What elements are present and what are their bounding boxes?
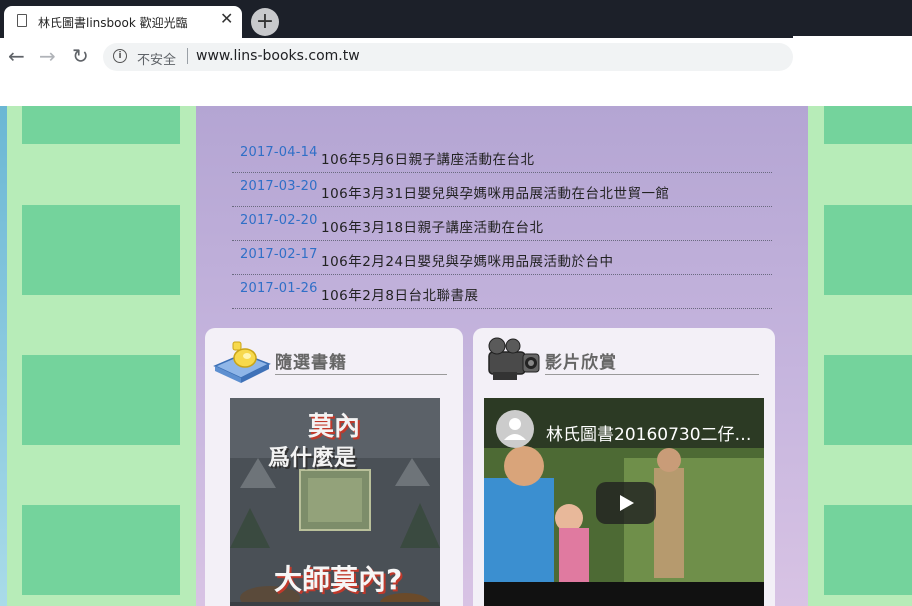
video-title[interactable]: 林氏圖書20160730二仔… bbox=[546, 420, 752, 445]
video-camera-icon bbox=[488, 337, 540, 380]
divider bbox=[187, 48, 188, 64]
news-date: 2017-04-14 bbox=[240, 145, 318, 160]
decor-block bbox=[22, 355, 180, 445]
user-icon bbox=[504, 418, 526, 440]
browser-tab[interactable]: 林氏圖書linsbook 歡迎光臨 ✕ bbox=[4, 6, 242, 38]
news-link[interactable]: 106年5月6日親子講座活動在台北 bbox=[321, 148, 534, 168]
back-icon[interactable]: ← bbox=[8, 46, 25, 66]
title-underline bbox=[545, 374, 759, 375]
video-player[interactable]: 林氏圖書20160730二仔… bbox=[484, 398, 764, 606]
news-item[interactable]: 2017-04-14 106年5月6日親子講座活動在台北 bbox=[232, 140, 772, 173]
decor-block bbox=[22, 106, 180, 144]
book-cover-image[interactable]: 莫內 爲什麼是 大師莫內? bbox=[230, 398, 440, 606]
browser-toolbar: ← → ↻ i 不安全 www.lins-books.com.tw ☆ bbox=[0, 38, 912, 76]
play-icon bbox=[620, 495, 634, 511]
news-link[interactable]: 106年2月24日嬰兒與孕媽咪用品展活動於台中 bbox=[321, 250, 614, 270]
panel-title: 影片欣賞 bbox=[545, 353, 617, 373]
title-underline bbox=[275, 374, 447, 375]
decor-block bbox=[22, 505, 180, 595]
url-text[interactable]: www.lins-books.com.tw bbox=[196, 48, 360, 64]
news-link[interactable]: 106年3月18日親子講座活動在台北 bbox=[321, 216, 544, 236]
news-item[interactable]: 2017-03-20 106年3月31日嬰兒與孕媽咪用品展活動在台北世貿一館 bbox=[232, 174, 772, 207]
decor-block bbox=[824, 106, 912, 144]
books-panel: 隨選書籍 莫內 爲什麼是 大師莫內? bbox=[205, 328, 463, 606]
decor-block bbox=[824, 505, 912, 595]
toolbar-gap bbox=[0, 76, 912, 106]
cover-title-bottom: 大師莫內? bbox=[274, 563, 403, 596]
news-date: 2017-03-20 bbox=[240, 179, 318, 194]
news-date: 2017-01-26 bbox=[240, 281, 318, 296]
video-panel: 影片欣賞 林氏圖書20160730二仔… bbox=[473, 328, 775, 606]
reload-icon[interactable]: ↻ bbox=[72, 46, 89, 66]
content-column: 2017-04-14 106年5月6日親子講座活動在台北 2017-03-20 … bbox=[196, 106, 808, 606]
news-item[interactable]: 2017-02-17 106年2月24日嬰兒與孕媽咪用品展活動於台中 bbox=[232, 242, 772, 275]
news-item[interactable]: 2017-01-26 106年2月8日台北聯書展 bbox=[232, 276, 772, 309]
address-bar[interactable]: i 不安全 www.lins-books.com.tw ☆ bbox=[103, 43, 893, 71]
decor-block bbox=[22, 205, 180, 295]
security-label[interactable]: 不安全 bbox=[137, 49, 176, 68]
news-link[interactable]: 106年2月8日台北聯書展 bbox=[321, 284, 478, 304]
decor-block bbox=[824, 355, 912, 445]
document-icon bbox=[17, 14, 27, 27]
cover-title-mid: 爲什麼是 bbox=[268, 446, 357, 471]
info-icon[interactable]: i bbox=[113, 49, 127, 63]
panel-title: 隨選書籍 bbox=[275, 353, 347, 373]
news-link[interactable]: 106年3月31日嬰兒與孕媽咪用品展活動在台北世貿一館 bbox=[321, 182, 670, 202]
close-icon[interactable]: ✕ bbox=[220, 11, 233, 27]
decor-block bbox=[824, 205, 912, 295]
new-tab-button[interactable]: + bbox=[251, 8, 279, 36]
tab-strip: 林氏圖書linsbook 歡迎光臨 ✕ + bbox=[0, 0, 912, 38]
news-item[interactable]: 2017-02-20 106年3月18日親子講座活動在台北 bbox=[232, 208, 772, 241]
left-edge-strip bbox=[0, 106, 7, 606]
news-date: 2017-02-17 bbox=[240, 247, 318, 262]
channel-avatar[interactable] bbox=[496, 410, 534, 448]
web-page: 2017-04-14 106年5月6日親子講座活動在台北 2017-03-20 … bbox=[0, 106, 912, 606]
book-icon bbox=[213, 341, 271, 383]
play-button[interactable] bbox=[596, 482, 656, 524]
news-list: 2017-04-14 106年5月6日親子講座活動在台北 2017-03-20 … bbox=[232, 140, 772, 310]
forward-icon[interactable]: → bbox=[39, 46, 56, 66]
news-date: 2017-02-20 bbox=[240, 213, 318, 228]
cover-title-top: 莫內 bbox=[308, 412, 361, 442]
toolbar-extension-area bbox=[793, 36, 912, 76]
tab-title: 林氏圖書linsbook 歡迎光臨 bbox=[38, 16, 188, 30]
